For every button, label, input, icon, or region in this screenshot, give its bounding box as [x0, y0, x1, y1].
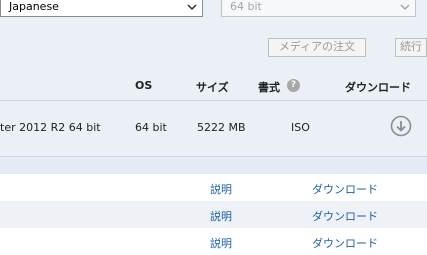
- order-media-button[interactable]: メディアの注文: [268, 38, 366, 57]
- header-format: 書式: [258, 81, 280, 94]
- header-divider: [0, 100, 427, 101]
- list-item: 説明 ダウンロード: [0, 228, 427, 255]
- list-item: 説明 ダウンロード: [0, 201, 427, 228]
- chevron-down-icon: [187, 4, 197, 11]
- language-select[interactable]: Japanese: [0, 0, 203, 17]
- description-link[interactable]: 説明: [210, 181, 232, 197]
- description-link[interactable]: 説明: [210, 235, 232, 251]
- architecture-select[interactable]: 64 bit: [221, 0, 416, 17]
- row-size: 5222 MB: [197, 121, 246, 134]
- continue-button[interactable]: 続行: [395, 38, 427, 57]
- language-select-value: Japanese: [9, 0, 59, 13]
- help-icon[interactable]: ?: [287, 79, 300, 92]
- download-link[interactable]: ダウンロード: [312, 181, 378, 197]
- header-size: サイズ: [196, 81, 229, 94]
- download-link[interactable]: ダウンロード: [312, 208, 378, 224]
- description-link[interactable]: 説明: [210, 208, 232, 224]
- row-format: ISO: [291, 121, 310, 134]
- row-name: ter 2012 R2 64 bit: [0, 121, 101, 134]
- download-link[interactable]: ダウンロード: [312, 235, 378, 251]
- chevron-down-icon: [400, 4, 410, 11]
- download-icon[interactable]: [390, 115, 412, 137]
- header-os: OS: [135, 79, 153, 92]
- row-os: 64 bit: [135, 121, 167, 134]
- download-panel: Japanese 64 bit メディアの注文 続行 OS サイズ 書式 ? ダ…: [0, 0, 427, 156]
- header-download: ダウンロード: [345, 81, 411, 94]
- section-divider: [0, 156, 427, 174]
- list-item: 説明 ダウンロード: [0, 174, 427, 201]
- architecture-select-value: 64 bit: [230, 0, 262, 13]
